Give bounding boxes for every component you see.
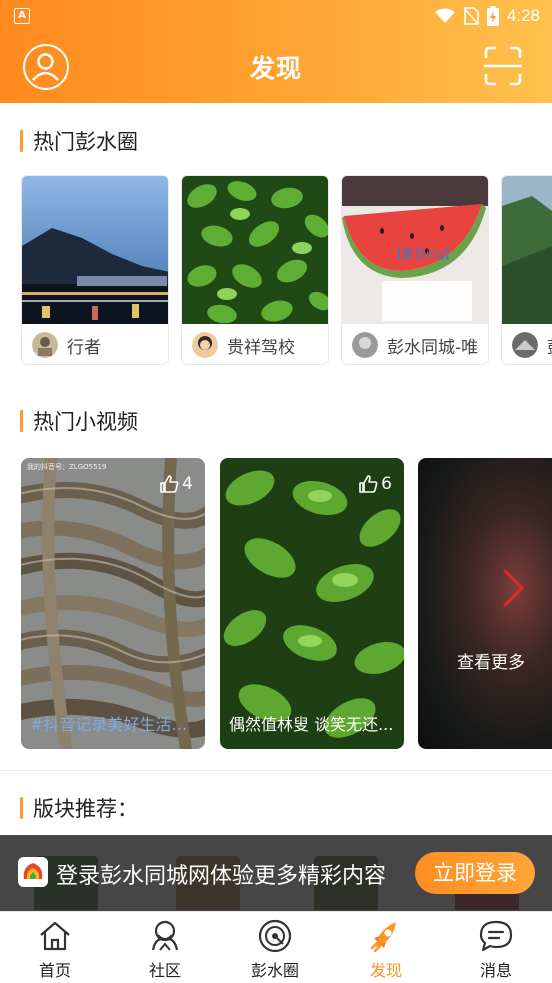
tab-community-label: 社区	[148, 961, 181, 980]
section-recommend: 版块推荐：	[20, 795, 138, 821]
section-accent-bar	[20, 130, 23, 152]
circle-owner-avatar	[352, 332, 378, 358]
thumbnail-overlay-text: 【夏日ing】	[390, 247, 457, 261]
video-like-count: 6	[358, 474, 392, 494]
tab-messages-label: 消息	[479, 961, 512, 980]
status-time: 4:28	[506, 6, 540, 25]
app-notification-icon: A	[14, 8, 30, 24]
section-accent-bar	[20, 797, 23, 819]
circle-card[interactable]: 【夏日ing】 彭水同城-唯	[341, 175, 489, 365]
circle-card-meta: 彭	[502, 324, 552, 364]
video-card[interactable]: 我的抖音号：ZLGO5519 4 #抖音记录美好生活，...	[21, 458, 205, 749]
circle-owner-name: 彭	[547, 333, 552, 358]
circle-thumbnail-watermelon: 【夏日ing】	[342, 176, 488, 324]
section-hot-circles-title: 热门彭水圈	[33, 130, 138, 154]
tab-circle[interactable]: 彭水圈	[220, 912, 330, 983]
circle-thumbnail-mountain	[502, 176, 552, 324]
circle-owner-avatar	[32, 332, 58, 358]
tab-community[interactable]: 社区	[110, 912, 220, 983]
discover-rocket-icon	[370, 922, 396, 953]
circle-owner-name: 行者	[67, 337, 101, 358]
battery-charging-icon	[486, 6, 499, 26]
video-like-number: 6	[381, 474, 392, 494]
app-logo-icon	[18, 857, 48, 887]
circle-card[interactable]: 行者	[21, 175, 169, 365]
video-caption: #抖音记录美好生活，...	[30, 715, 196, 734]
circle-thumbnail-night-city	[22, 176, 168, 324]
scan-button[interactable]	[484, 46, 522, 86]
message-icon	[479, 920, 513, 952]
chevron-right-icon	[502, 568, 525, 608]
login-prompt-banner: 登录彭水同城网体验更多精彩内容 立即登录	[0, 835, 552, 911]
tab-messages[interactable]: 消息	[441, 912, 551, 983]
header: A 4:28 发现	[0, 0, 552, 103]
view-more-videos-button[interactable]: 查看更多	[418, 458, 552, 749]
wifi-icon	[434, 8, 455, 23]
view-more-label: 查看更多	[457, 653, 525, 673]
circle-thumbnail-green-leaves	[182, 176, 328, 324]
status-indicators: 4:28	[434, 5, 540, 27]
circle-card-meta: 贵祥驾校	[182, 324, 328, 364]
circle-card[interactable]: 贵祥驾校	[181, 175, 329, 365]
scan-icon	[484, 46, 522, 86]
community-icon	[151, 920, 179, 951]
tab-home-label: 首页	[38, 961, 71, 980]
circle-card[interactable]: 彭	[501, 175, 552, 365]
video-card[interactable]: 6 偶然值林叟 谈笑无还...	[220, 458, 404, 749]
video-thumbnail-eels	[21, 458, 205, 749]
no-sim-icon	[463, 7, 479, 25]
video-caption: 偶然值林叟 谈笑无还...	[229, 715, 394, 734]
circle-card-meta: 行者	[22, 324, 168, 364]
circle-icon	[258, 919, 292, 953]
video-thumbnail-leaves	[220, 458, 404, 749]
circle-owner-avatar	[192, 332, 218, 358]
section-hot-videos: 热门小视频	[20, 408, 138, 434]
tab-home[interactable]: 首页	[0, 912, 110, 983]
app-logo	[18, 857, 48, 887]
tab-discover-label: 发现	[369, 961, 402, 980]
section-divider	[0, 770, 552, 771]
hot-videos-carousel[interactable]: 我的抖音号：ZLGO5519 4 #抖音记录美好生活，... 6 偶然值林叟 谈…	[21, 458, 552, 749]
login-now-button[interactable]: 立即登录	[415, 852, 535, 894]
thumbs-up-icon	[160, 475, 179, 493]
circle-card-meta: 彭水同城-唯	[342, 324, 488, 364]
section-hot-videos-title: 热门小视频	[33, 410, 138, 434]
circle-owner-name: 贵祥驾校	[227, 337, 295, 358]
section-hot-circles: 热门彭水圈	[20, 128, 138, 154]
hot-circles-carousel[interactable]: 行者 贵祥驾校 【夏日ing】 彭水同城-唯	[21, 175, 552, 365]
video-like-count: 4	[159, 474, 193, 494]
discover-screen: A 4:28 发现 热门彭水圈 行者 贵祥驾校 【夏日ing】 彭水同城-唯 热…	[0, 0, 552, 983]
section-accent-bar	[20, 410, 23, 432]
circle-owner-avatar	[512, 332, 538, 358]
tab-discover[interactable]: 发现	[331, 912, 441, 983]
thumbs-up-icon	[359, 475, 378, 493]
home-icon	[40, 921, 70, 951]
tab-circle-label: 彭水圈	[250, 961, 299, 980]
video-like-number: 4	[182, 474, 193, 494]
video-watermark: 我的抖音号：ZLGO5519	[27, 463, 107, 471]
circle-owner-name: 彭水同城-唯	[387, 337, 479, 358]
login-prompt-text: 登录彭水同城网体验更多精彩内容	[56, 864, 387, 889]
section-recommend-title: 版块推荐：	[33, 797, 138, 821]
status-bar: A 4:28	[0, 0, 552, 34]
page-title: 发现	[249, 54, 302, 83]
bottom-tab-bar: 首页 社区 彭水圈 发现 消息	[0, 911, 552, 983]
